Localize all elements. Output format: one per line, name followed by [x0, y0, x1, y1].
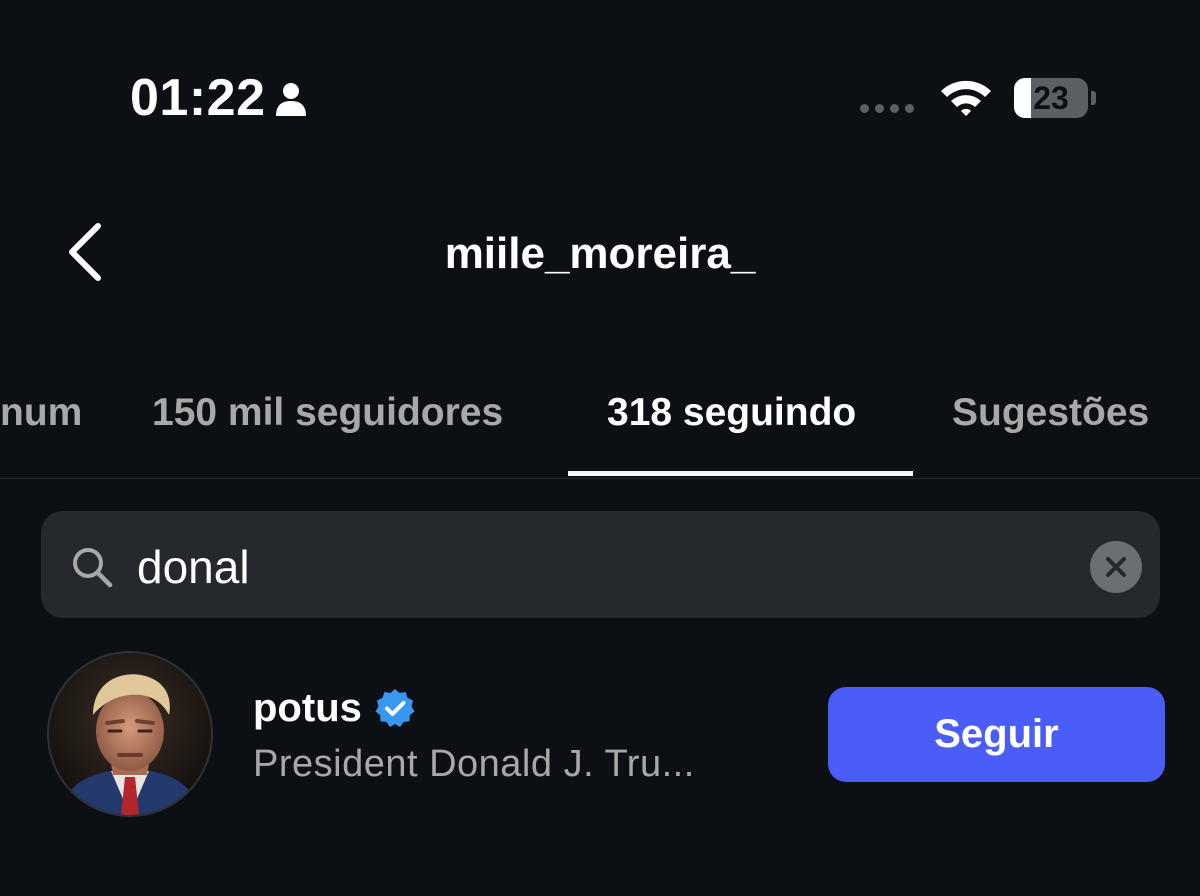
search-icon — [73, 548, 113, 588]
result-username[interactable]: potus — [253, 684, 362, 732]
person-icon — [276, 83, 306, 116]
battery-icon: 23 — [1014, 78, 1088, 118]
tab-followers[interactable]: 150 mil seguidores — [152, 384, 503, 478]
close-icon — [1106, 557, 1126, 577]
profile-photo — [49, 653, 211, 815]
verified-badge-icon — [375, 689, 415, 727]
tab-bar: num 150 mil seguidores 318 seguindo Suge… — [0, 384, 1200, 479]
result-full-name: President Donald J. Tru... — [253, 743, 695, 785]
screen: 01:22 23 miile_moreira_ num 150 mil segu… — [0, 0, 1200, 896]
page-title: miile_moreira_ — [444, 229, 756, 278]
follow-button[interactable]: Seguir — [828, 687, 1165, 782]
wifi-icon — [941, 80, 991, 116]
active-tab-indicator — [568, 471, 913, 476]
status-time: 01:22 — [130, 69, 266, 127]
search-input[interactable] — [137, 537, 1037, 597]
battery-tip — [1091, 91, 1096, 105]
tab-suggestions[interactable]: Sugestões — [952, 384, 1149, 478]
result-title-row: potus — [253, 684, 416, 732]
tab-following[interactable]: 318 seguindo — [607, 384, 856, 478]
clear-search-button[interactable] — [1090, 541, 1142, 593]
avatar[interactable] — [47, 651, 213, 817]
tab-num[interactable]: num — [0, 384, 82, 478]
battery-level: 23 — [1033, 80, 1069, 116]
signal-icon — [860, 104, 914, 113]
